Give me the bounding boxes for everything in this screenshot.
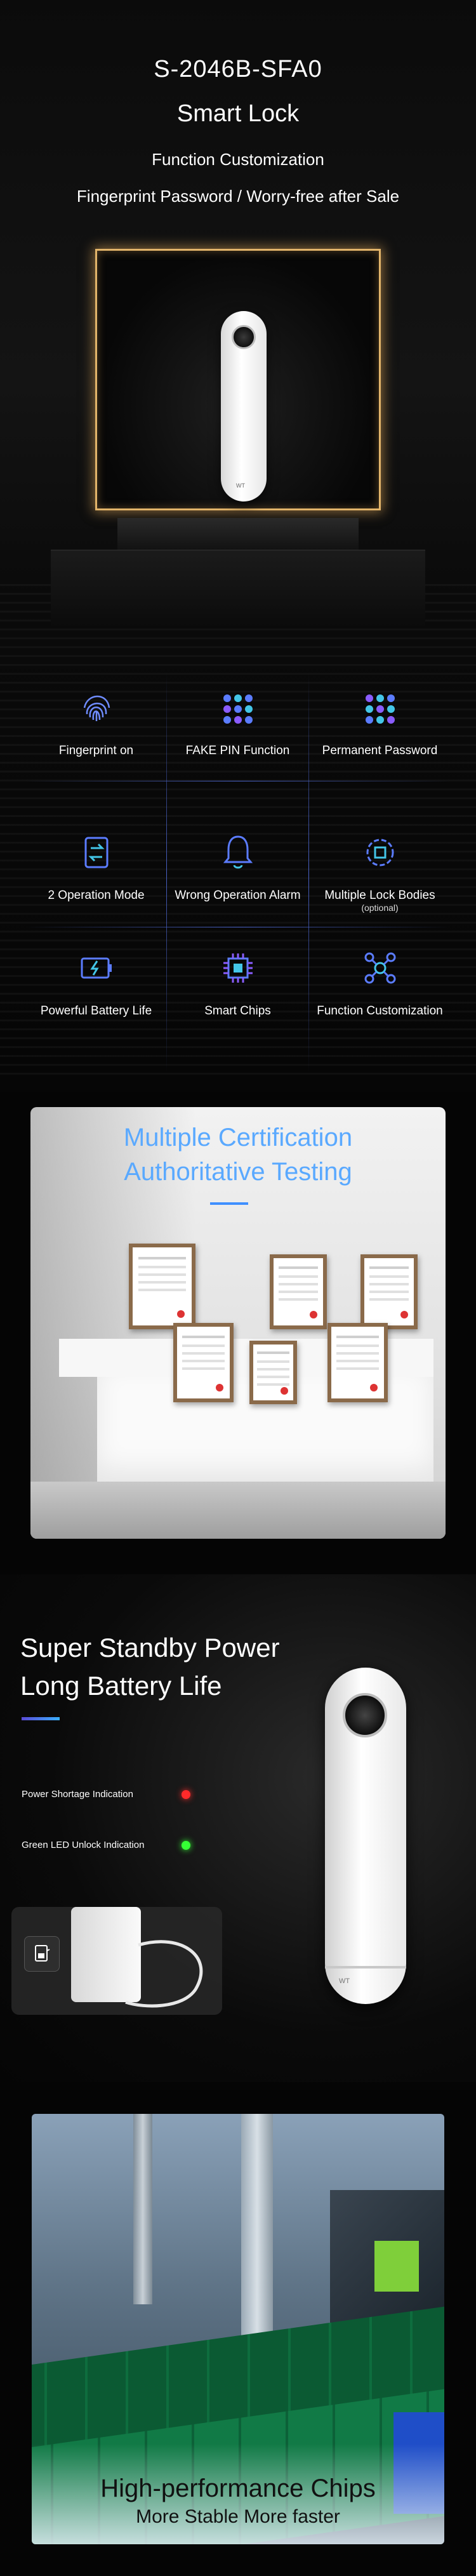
fingerprint-sensor xyxy=(343,1693,387,1737)
password-dots-icon xyxy=(365,694,395,724)
battery-icon xyxy=(81,957,112,979)
certificate-frame xyxy=(173,1323,234,1402)
power-bank-icon-box xyxy=(24,1936,60,1972)
hero-section: S-2046B-SFA0 Smart Lock Function Customi… xyxy=(0,0,476,1092)
pedestal xyxy=(51,550,425,626)
lock-logo: WT xyxy=(236,482,245,489)
keypad-dots-icon xyxy=(223,694,253,724)
chips-heading: High-performance Chips xyxy=(100,2474,376,2502)
chip-icon xyxy=(223,953,253,983)
feature-permanent-password: Permanent Password xyxy=(309,673,451,813)
chips-section: High-performance Chips More Stable More … xyxy=(32,2114,444,2544)
mode-switch-icon xyxy=(84,837,108,868)
feature-battery: Powerful Battery Life xyxy=(25,933,167,1073)
pedestal-top xyxy=(117,518,359,550)
lock-logo: WT xyxy=(339,1977,350,1985)
battery-subheading: Long Battery Life xyxy=(20,1671,222,1701)
hero-lock-image: WT xyxy=(221,311,267,501)
feature-fake-pin: FAKE PIN Function xyxy=(167,673,308,813)
certificate-frame xyxy=(249,1341,297,1404)
network-icon xyxy=(364,952,395,984)
feature-label: Smart Chips xyxy=(204,1004,271,1018)
feature-label: FAKE PIN Function xyxy=(185,744,290,757)
model-number: S-2046B-SFA0 xyxy=(154,56,322,83)
floor xyxy=(30,1482,446,1539)
feature-label: Permanent Password xyxy=(322,744,438,757)
lock-product-image: WT xyxy=(325,1668,406,2004)
robotic-arm xyxy=(133,2114,152,2304)
hero-subtitle: Function Customization xyxy=(152,150,324,169)
product-name: Smart Lock xyxy=(176,100,300,127)
feature-label: 2 Operation Mode xyxy=(48,889,145,902)
chips-subheading: More Stable More faster xyxy=(136,2506,340,2527)
feature-smart-chips: Smart Chips xyxy=(167,933,308,1073)
feature-sublabel: (optional) xyxy=(361,903,399,913)
feature-customization: Function Customization xyxy=(309,933,451,1073)
hero-tagline: Fingerprint Password / Worry-free after … xyxy=(76,187,400,206)
green-led-label: Green LED Unlock Indication xyxy=(22,1840,145,1850)
heading-underline xyxy=(210,1202,248,1205)
power-bank-icon xyxy=(35,1945,50,1962)
certification-heading: Multiple Certification xyxy=(123,1124,353,1152)
green-led-indicator xyxy=(182,1841,190,1850)
machine-component xyxy=(374,2241,419,2292)
feature-grid: Fingerprint on FAKE PIN Function Permane… xyxy=(25,673,451,1073)
battery-pack-card xyxy=(11,1907,222,2015)
certificate-frame xyxy=(270,1254,327,1329)
red-led-indicator xyxy=(182,1790,190,1799)
feature-fingerprint: Fingerprint on xyxy=(25,673,167,813)
bell-icon xyxy=(223,835,253,869)
fingerprint-icon xyxy=(83,695,110,721)
battery-section: Super Standby Power Long Battery Life Po… xyxy=(0,1574,476,2082)
battery-heading: Super Standby Power xyxy=(20,1633,280,1663)
heading-underline xyxy=(22,1717,60,1720)
certificate-frame xyxy=(129,1244,195,1329)
feature-label: Wrong Operation Alarm xyxy=(175,889,301,902)
product-page: S-2046B-SFA0 Smart Lock Function Customi… xyxy=(0,0,476,2576)
feature-label: Fingerprint on xyxy=(58,744,134,757)
usb-cable xyxy=(125,1940,203,2008)
certification-section: Multiple Certification Authoritative Tes… xyxy=(30,1107,446,1539)
feature-label: Multiple Lock Bodies xyxy=(324,889,435,902)
feature-label: Powerful Battery Life xyxy=(40,1004,152,1018)
fingerprint-sensor xyxy=(232,325,256,349)
feature-label: Function Customization xyxy=(317,1004,443,1018)
power-shortage-label: Power Shortage Indication xyxy=(22,1789,133,1800)
certificate-frame xyxy=(327,1323,388,1402)
gear-cube-icon xyxy=(366,839,393,866)
certification-subheading: Authoritative Testing xyxy=(124,1158,352,1186)
lock-band xyxy=(325,1966,406,1969)
certificate-frame xyxy=(360,1254,418,1329)
